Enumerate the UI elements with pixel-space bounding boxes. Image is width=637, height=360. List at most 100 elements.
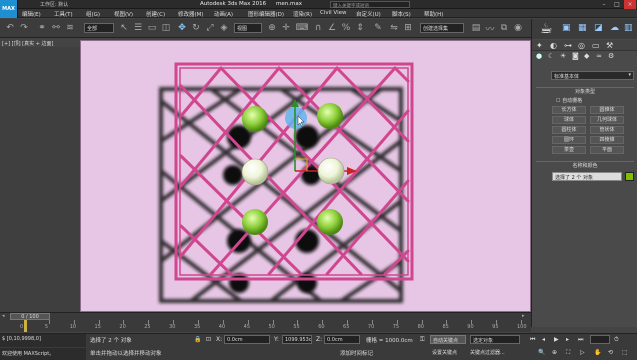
named-selection-set-dropdown[interactable]: 创建选择集 <box>420 23 464 33</box>
prev-frame-icon[interactable]: ◂ <box>542 336 545 343</box>
utilities-tab-icon[interactable]: ⚒ <box>606 41 613 50</box>
go-end-icon[interactable]: ⏭ <box>578 336 583 344</box>
mirror-icon[interactable]: ⇋ <box>388 22 400 34</box>
key-filters-button[interactable]: 关键点过滤器... <box>470 349 505 356</box>
reference-coord-dropdown[interactable]: 视图 <box>234 23 262 33</box>
add-time-tag[interactable]: 添加时间标记 <box>340 349 373 357</box>
sphere-button[interactable]: 球体 <box>552 116 586 124</box>
time-slider[interactable]: ◂ 0 / 100 ▸ <box>0 312 531 320</box>
cameras-icon[interactable]: ◙ <box>572 52 579 60</box>
edit-named-selection-icon[interactable]: ✎ <box>372 22 384 34</box>
curve-editor-icon[interactable]: 〰 <box>484 22 496 35</box>
helpers-icon[interactable]: ◆ <box>584 52 589 60</box>
y-coord-field[interactable]: 1099.953c <box>282 335 312 344</box>
render-icon-large[interactable]: ☕ <box>540 21 553 37</box>
field-of-view-icon[interactable]: ▷ <box>580 349 585 356</box>
spinner-snap-icon[interactable]: ⇕ <box>354 22 366 34</box>
a360-icon[interactable]: ☁ <box>610 23 619 33</box>
geosphere-button[interactable]: 几何球体 <box>590 116 624 124</box>
move-icon[interactable]: ✥ <box>176 22 188 34</box>
align-icon[interactable]: ⊞ <box>402 22 414 34</box>
keyboard-shortcut-icon[interactable]: ⌨ <box>296 22 309 34</box>
close-button[interactable]: × <box>624 0 636 9</box>
menu-group[interactable]: 组(G) <box>86 10 100 18</box>
schematic-view-icon[interactable]: ⧉ <box>498 22 510 34</box>
render-production-icon[interactable]: ▦ <box>578 23 587 33</box>
zoom-icon[interactable]: 🔍 <box>538 349 545 356</box>
zoom-extents-icon[interactable]: ⛶ <box>566 349 570 357</box>
material-editor-icon[interactable]: ◉ <box>512 22 524 34</box>
shapes-icon[interactable]: ☾ <box>548 52 554 60</box>
next-frame-icon[interactable]: ▸ <box>566 336 569 343</box>
selected-object-dropdown[interactable]: 选定对象 <box>470 335 520 344</box>
viewport-layout-icon[interactable]: ▥ <box>624 23 633 33</box>
time-prev-arrow[interactable]: ◂ <box>2 313 5 319</box>
plane-button[interactable]: 平面 <box>590 146 624 154</box>
render-frame-icon[interactable]: ▣ <box>562 23 571 33</box>
rollout-object-type[interactable]: 对象类型 <box>536 87 634 95</box>
percent-snap-icon[interactable]: % <box>340 22 352 34</box>
object-color-swatch[interactable] <box>625 172 634 181</box>
tube-button[interactable]: 管状体 <box>590 126 624 134</box>
maxscript-mini[interactable]: 欢迎使用 MAXScript。 <box>0 348 86 360</box>
set-key-label[interactable]: 设置关键点 <box>432 349 457 356</box>
torus-button[interactable]: 圆环 <box>552 136 586 144</box>
pivot-icon[interactable]: ⊕ <box>266 22 278 34</box>
menu-graph-editors[interactable]: 图形编辑器(D) <box>248 10 284 18</box>
absolute-mode-icon[interactable]: ⊡ <box>206 336 211 343</box>
object-category-dropdown[interactable]: 标准基本体 ▾ <box>551 71 634 80</box>
maximize-viewport-icon[interactable]: ⬚ <box>622 349 628 356</box>
viewport-top[interactable] <box>80 40 531 312</box>
unlink-icon[interactable]: ⚯ <box>50 22 62 34</box>
current-frame-field[interactable] <box>590 335 610 344</box>
select-manipulate-icon[interactable]: ✛ <box>280 22 292 34</box>
menu-civil-view[interactable]: Civil View <box>320 10 346 16</box>
menu-tools[interactable]: 工具(T) <box>54 10 73 18</box>
rotate-icon[interactable]: ↻ <box>190 22 202 34</box>
track-bar[interactable]: 0 5 10 15 20 25 30 35 40 45 50 55 60 65 70 75 80 85 90 95 10… <box>0 320 531 332</box>
select-by-name-icon[interactable]: ☰ <box>132 22 144 34</box>
autokey-button[interactable]: 自动关键点 <box>430 335 466 344</box>
search-box[interactable]: 键入关键字或短语 <box>330 1 410 9</box>
menu-scripting[interactable]: 脚本(S) <box>392 10 411 18</box>
time-config-icon[interactable]: ⏱ <box>614 336 619 344</box>
menu-help[interactable]: 帮助(H) <box>424 10 443 18</box>
undo-icon[interactable]: ↶ <box>4 22 16 34</box>
time-slider-thumb[interactable]: 0 / 100 <box>10 313 50 320</box>
rollout-name-color[interactable]: 名称和颜色 <box>536 161 634 169</box>
placement-icon[interactable]: ◈ <box>218 22 230 34</box>
teapot-button[interactable]: 茶壶 <box>552 146 586 154</box>
bind-space-warp-icon[interactable]: ≋ <box>64 22 76 34</box>
time-next-arrow[interactable]: ▸ <box>522 313 525 319</box>
app-logo[interactable]: MAX <box>0 0 18 18</box>
menu-animation[interactable]: 动画(A) <box>214 10 233 18</box>
maxscript-listener[interactable]: $ [0,10,9998,0] <box>0 334 86 347</box>
current-frame-marker[interactable] <box>24 320 27 332</box>
create-tab-icon[interactable]: ✦ <box>536 41 543 50</box>
play-icon[interactable]: ▶ <box>554 336 559 343</box>
hierarchy-tab-icon[interactable]: ⊶ <box>564 41 572 50</box>
box-button[interactable]: 长方体 <box>552 106 586 114</box>
modify-tab-icon[interactable]: ◐ <box>550 41 557 50</box>
select-object-icon[interactable]: ↖ <box>118 22 130 34</box>
cylinder-button[interactable]: 圆柱体 <box>552 126 586 134</box>
spacewarps-icon[interactable]: ≈ <box>596 52 602 60</box>
geometry-icon[interactable]: ● <box>536 52 542 60</box>
menu-edit[interactable]: 编辑(E) <box>22 10 41 18</box>
snap-icon[interactable]: ∩ <box>312 22 324 34</box>
zoom-all-icon[interactable]: ⊕ <box>552 349 557 356</box>
x-coord-field[interactable]: 0.0cm <box>224 335 270 344</box>
workspace-selector[interactable]: 工作区: 默认 <box>40 1 68 8</box>
pan-icon[interactable]: ✋ <box>594 349 601 356</box>
systems-icon[interactable]: ⚙ <box>608 52 614 60</box>
autogrid-checkbox[interactable]: ☐ 自动栅格 <box>556 97 582 104</box>
orbit-icon[interactable]: ⟲ <box>608 349 613 356</box>
go-start-icon[interactable]: ⏮ <box>530 336 535 344</box>
maximize-button[interactable]: □ <box>611 0 623 9</box>
lock-selection-icon[interactable]: 🔒 <box>194 336 201 343</box>
link-icon[interactable]: ⚭ <box>36 22 48 34</box>
menu-create[interactable]: 创建(C) <box>146 10 165 18</box>
rect-selection-icon[interactable]: ▭ <box>146 22 158 34</box>
layer-manager-icon[interactable]: ▤ <box>470 22 482 34</box>
redo-icon[interactable]: ↷ <box>18 22 30 34</box>
